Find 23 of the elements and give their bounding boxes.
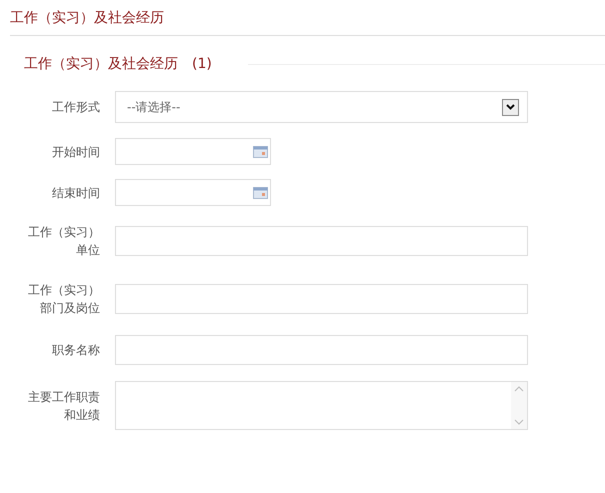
caret-icon[interactable] <box>502 98 519 116</box>
field-label: 结束时间 <box>51 184 100 202</box>
page-title: 工作（实习）及社会经历 <box>10 0 605 36</box>
calendar-icon[interactable] <box>253 186 268 198</box>
textarea-field[interactable] <box>115 381 528 430</box>
field-label: 职务名称 <box>51 342 100 359</box>
input-field[interactable] <box>115 335 528 365</box>
date-field[interactable] <box>115 179 271 206</box>
section-title: 工作（实习）及社会经历 <box>24 55 178 73</box>
scrollbar[interactable] <box>511 382 527 429</box>
scroll-down-icon[interactable] <box>514 419 524 425</box>
field-label: 工作（实习） 单位 <box>27 224 100 259</box>
input-field[interactable] <box>115 226 528 256</box>
calendar-icon[interactable] <box>253 146 268 158</box>
scroll-up-icon[interactable] <box>514 386 524 392</box>
field-label: 主要工作职责 和业绩 <box>27 388 100 424</box>
field-label: 工作（实习） 部门及岗位 <box>27 282 100 317</box>
section-count: (1) <box>192 56 212 72</box>
field-label: 开始时间 <box>51 144 100 160</box>
date-field[interactable] <box>115 138 271 165</box>
input-field[interactable] <box>115 284 528 314</box>
select-field[interactable]: --请选择-- <box>115 91 528 123</box>
field-label: 工作形式 <box>51 99 100 116</box>
